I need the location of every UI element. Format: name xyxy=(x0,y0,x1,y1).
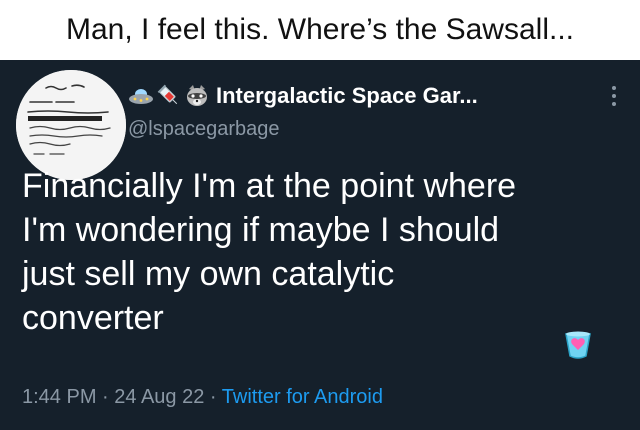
more-dot xyxy=(612,102,616,106)
tweet-text-line: converter xyxy=(22,299,164,337)
tweet-date[interactable]: 24 Aug 22 xyxy=(114,386,204,408)
more-options-icon[interactable] xyxy=(606,80,622,112)
tweet-meta: 1:44 PM · 24 Aug 22 · Twitter for Androi… xyxy=(22,386,383,409)
meme-caption: Man, I feel this. Where’s the Sawsall... xyxy=(0,0,640,60)
tweet-card: Intergalactic Space Gar... @lspacegarbag… xyxy=(0,60,640,430)
ufo-icon xyxy=(128,83,154,109)
tweet-handle[interactable]: @lspacegarbage xyxy=(128,118,280,141)
tweet-text-line: just sell my own catalytic xyxy=(22,255,395,293)
tweet-author-row: Intergalactic Space Gar... xyxy=(128,80,478,112)
tweet-source-link[interactable]: Twitter for Android xyxy=(222,386,383,408)
syringe-icon xyxy=(156,83,182,109)
tweet-display-name[interactable]: Intergalactic Space Gar... xyxy=(216,83,478,109)
tweet-time[interactable]: 1:44 PM xyxy=(22,386,96,408)
tweet-text: Financially I'm at the point where I'm w… xyxy=(22,164,622,340)
heart-cup-icon xyxy=(560,326,596,362)
meme-image: Man, I feel this. Where’s the Sawsall... xyxy=(0,0,640,430)
more-dot xyxy=(612,86,616,90)
meta-separator: · xyxy=(204,386,222,408)
meta-separator: · xyxy=(96,386,115,408)
more-dot xyxy=(612,94,616,98)
tweet-text-line: I'm wondering if maybe I should xyxy=(22,211,500,249)
tweet-text-line: Financially I'm at the point where xyxy=(22,167,517,205)
raccoon-icon xyxy=(184,83,210,109)
